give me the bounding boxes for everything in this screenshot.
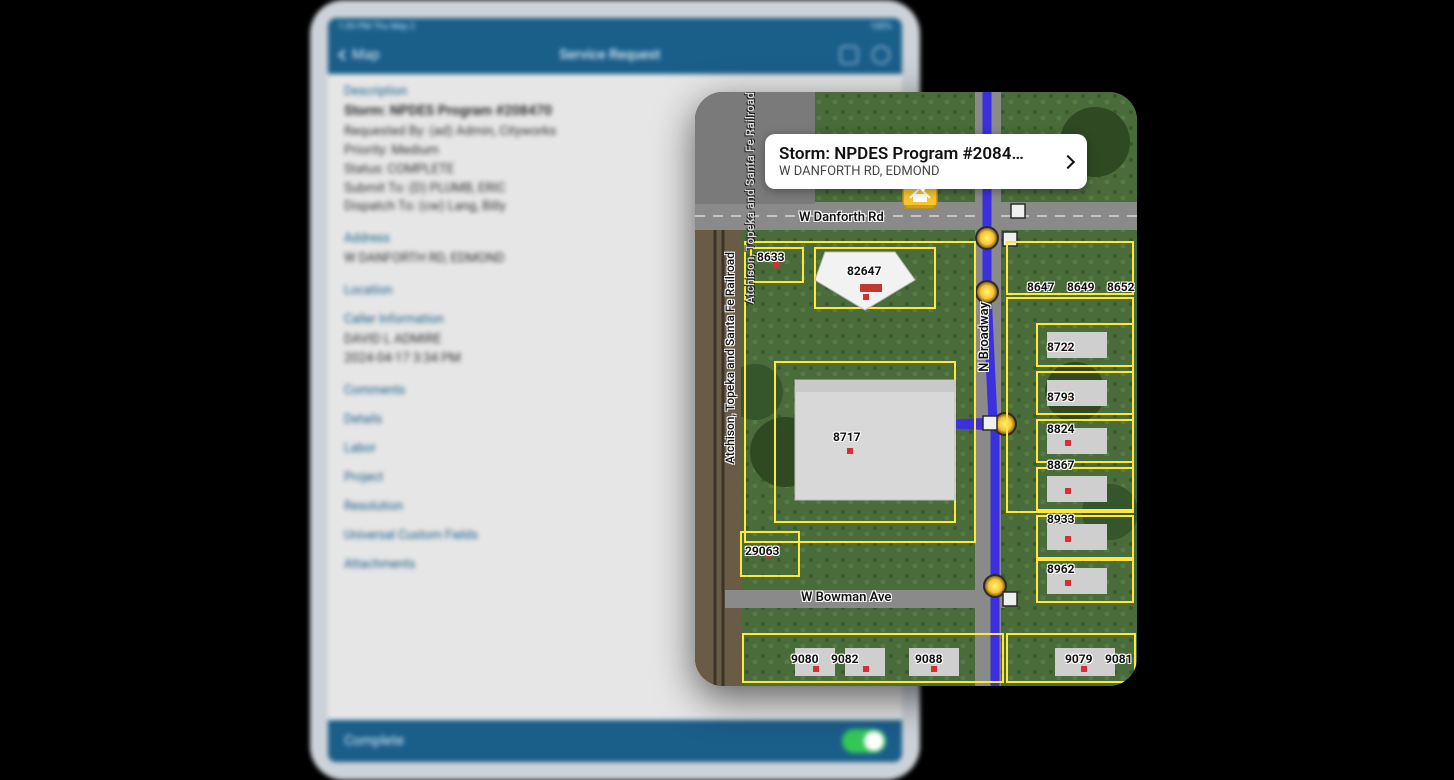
status-left: 1:39 PM Thu May 2 xyxy=(338,22,415,32)
ios-status-bar: 1:39 PM Thu May 2 100% xyxy=(328,18,902,36)
nav-title: Service Request xyxy=(380,47,840,63)
popup-title: Storm: NPDES Program #2084… xyxy=(779,144,1024,164)
nav-actions xyxy=(840,46,890,64)
project-label: Project xyxy=(344,470,383,485)
complete-bar: Complete xyxy=(328,720,902,762)
more-icon[interactable] xyxy=(872,46,890,64)
chevron-left-icon xyxy=(338,49,349,60)
complete-toggle[interactable] xyxy=(842,729,886,753)
back-label: Map xyxy=(352,47,380,63)
popup-tail xyxy=(913,180,933,192)
status-right: 100% xyxy=(870,22,892,32)
map-panel[interactable]: W Danforth Rd W Bowman Ave N Broadway At… xyxy=(695,92,1137,686)
nav-bar: Map Service Request xyxy=(328,36,902,74)
popup-text: Storm: NPDES Program #2084… W DANFORTH R… xyxy=(779,144,1024,179)
popup-subtitle: W DANFORTH RD, EDMOND xyxy=(779,164,1024,179)
complete-label: Complete xyxy=(344,733,404,749)
expand-icon[interactable] xyxy=(840,46,858,64)
back-button[interactable]: Map xyxy=(340,47,380,63)
chevron-right-icon xyxy=(1061,154,1075,168)
